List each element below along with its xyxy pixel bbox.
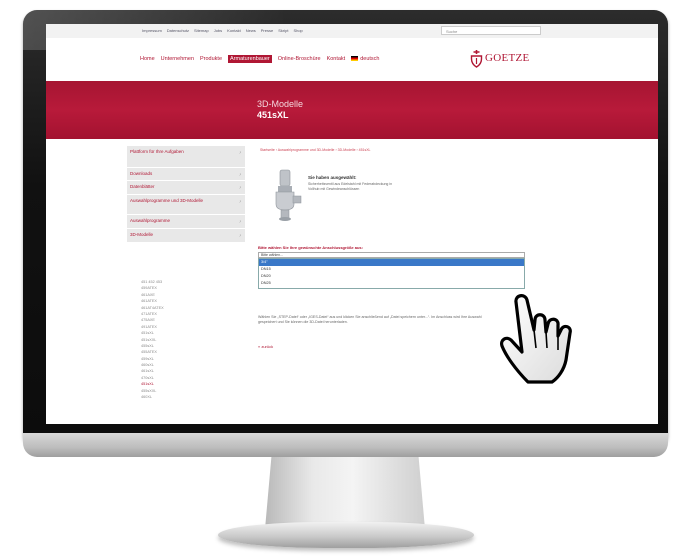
sidebar-item-label: 3D-Modelle [130,232,154,237]
banner-subtitle: 451sXL [257,110,289,120]
monitor-chin [23,433,668,457]
back-link[interactable]: « zurück [258,344,273,349]
download-notice: Wählen Sie „STEP-Datei“ oder „IGES-Datei… [258,315,482,324]
language-label: deutsch [360,56,380,62]
model-list: 451 452 453 459ATEX 461AXE 461ATEX 461AT4ATE… [141,279,221,400]
logo-text: GOETZE [485,52,530,64]
select-dropdown-list: 3/4" DN15 DN20 DN25 [258,258,525,289]
product-heading: Sie haben ausgewählt: [308,175,357,180]
sidebar: Plattform für Ihre Aufgaben › Downloads › Da… [127,146,245,424]
sidebar-item[interactable]: Datenblätter › [127,181,245,195]
sidebar-item[interactable]: 3D-Modelle › [127,229,245,243]
sidebar-item-label: Auswahlprogramme und 3D-Modelle [130,198,204,203]
utility-link[interactable]: Shop [293,26,302,36]
german-flag-icon [351,56,359,62]
utility-link[interactable]: Sitemap [194,26,209,36]
sidebar-item[interactable]: Plattform für Ihre Aufgaben › [127,146,245,168]
utility-link[interactable]: Datenschutz [167,26,189,36]
chevron-right-icon: › [239,199,241,205]
chevron-right-icon: › [239,172,241,178]
sidebar-item[interactable]: Auswahlprogramme › [127,215,245,229]
sidebar-item[interactable]: Downloads › [127,168,245,181]
select-option[interactable]: DN15 [259,266,524,273]
monitor-screen: Impressum Datenschutz Sitemap Jobs Kontakt Ne… [46,24,658,424]
page-banner: 3D-Modelle 451sXL [46,81,658,139]
sidebar-item[interactable]: Auswahlprogramme und 3D-Modelle › [127,195,245,215]
utility-link[interactable]: Skript [278,26,288,36]
chevron-right-icon: › [239,233,241,239]
select-option[interactable]: 3/4" [259,259,524,266]
nav-item[interactable]: Kontakt [327,56,346,62]
product-description: Sicherheitsventil aus Edelstahl mit Fede… [308,182,393,191]
nav-item[interactable]: Online-Broschüre [278,56,321,62]
utility-links: Impressum Datenschutz Sitemap Jobs Kontakt Ne… [142,26,303,36]
utility-link[interactable]: News [246,26,256,36]
hand-pointer-cursor-icon [498,290,618,391]
monitor-stand-base [218,522,474,548]
chevron-right-icon: › [239,219,241,225]
utility-bar: Impressum Datenschutz Sitemap Jobs Kontakt Ne… [46,24,658,38]
search-input[interactable]: Suche [441,26,541,35]
utility-link[interactable]: Kontakt [227,26,241,36]
main-navigation: Home Unternehmen Produkte Armaturenbauer Onl… [140,53,379,65]
nav-item[interactable]: Unternehmen [161,56,194,62]
chevron-right-icon: › [239,150,241,156]
utility-link[interactable]: Impressum [142,26,162,36]
language-selector[interactable]: deutsch [351,56,379,62]
breadcrumb[interactable]: Startseite › Auswahlprogramme und 3D-Mod… [260,148,371,152]
select-label: Bitte wählen Sie Ihre gewünschte Anschlu… [258,245,363,250]
sidebar-item-label: Plattform für Ihre Aufgaben [130,149,184,154]
logo[interactable]: GOETZE [470,48,530,68]
valve-product-image [267,168,303,227]
sidebar-item-label: Auswahlprogramme [130,218,171,223]
nav-item[interactable]: Home [140,56,155,62]
nav-item[interactable]: Produkte [200,56,222,62]
select-option[interactable]: DN20 [259,273,524,280]
sidebar-item-label: Downloads [130,171,153,176]
utility-link[interactable]: Presse [261,26,273,36]
utility-link[interactable]: Jobs [214,26,222,36]
banner-title: 3D-Modelle [257,99,304,109]
sidebar-item-label: Datenblätter [130,184,155,189]
select-option[interactable]: DN25 [259,280,524,287]
chevron-right-icon: › [239,185,241,191]
nav-item[interactable]: Armaturenbauer [228,55,272,63]
monitor-stand-neck [265,457,425,529]
model-link[interactable]: 460XL [141,394,221,400]
goetze-logo-icon [470,49,483,68]
